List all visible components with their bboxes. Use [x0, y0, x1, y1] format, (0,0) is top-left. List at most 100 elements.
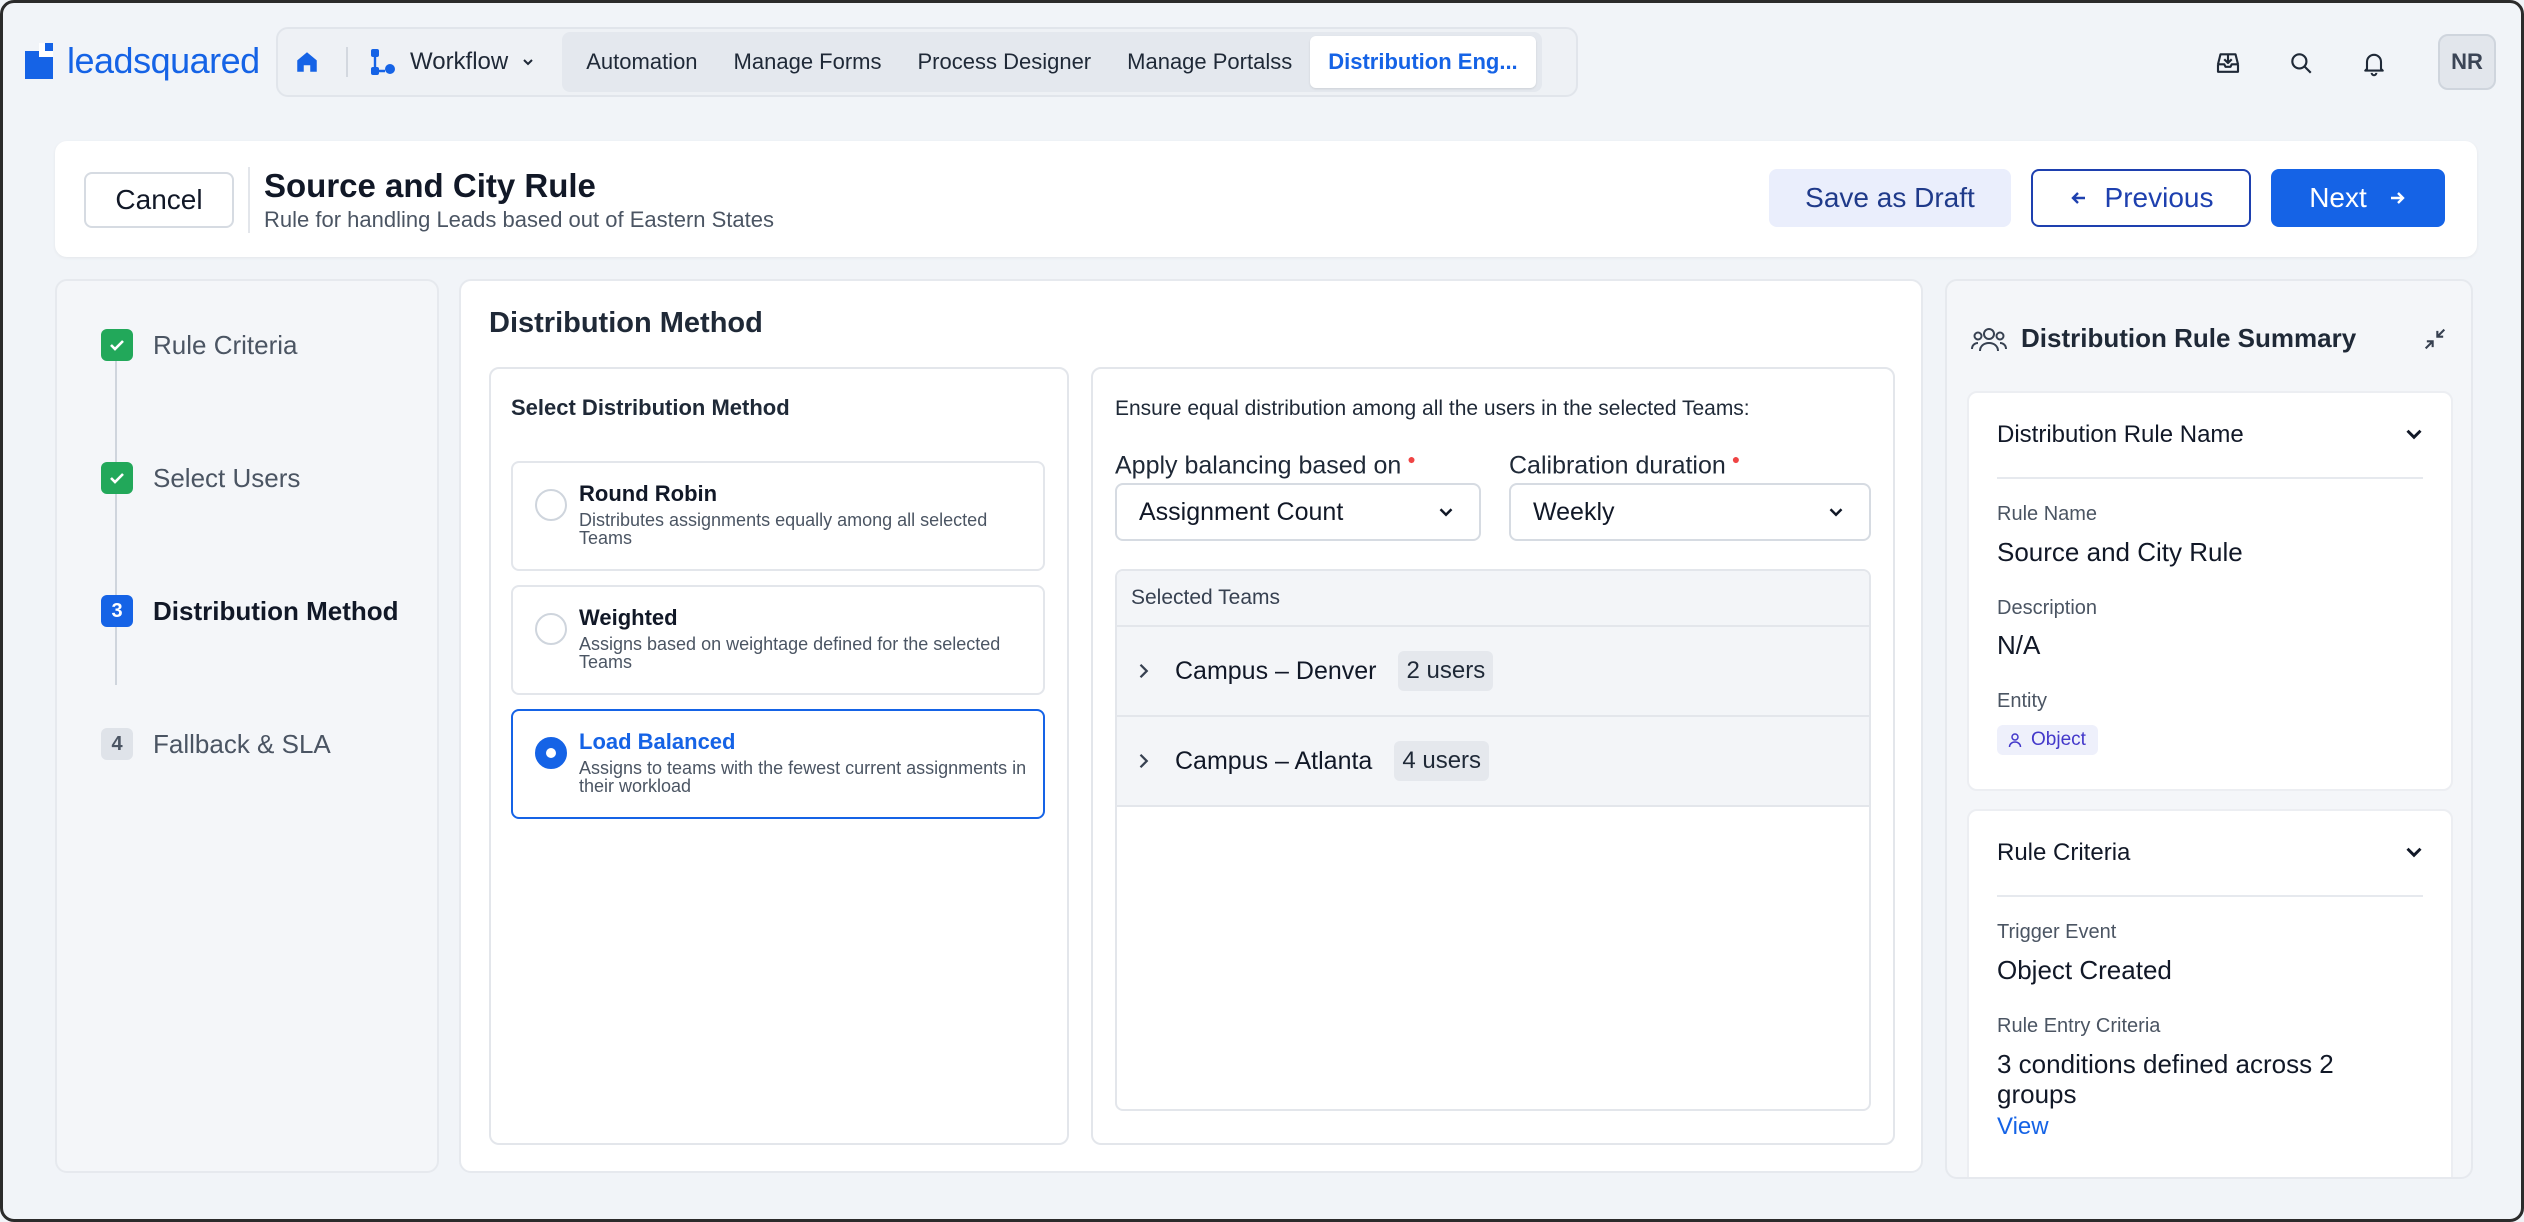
team-name: Campus – Denver [1175, 656, 1377, 685]
team-row-atlanta[interactable]: Campus – Atlanta 4 users [1117, 717, 1869, 807]
save-as-draft-button[interactable]: Save as Draft [1769, 169, 2011, 227]
step-number: 3 [101, 595, 133, 627]
bell-icon [2364, 53, 2384, 77]
workflow-icon [371, 49, 395, 75]
distribution-method-panel: Distribution Method Select Distribution … [459, 279, 1923, 1173]
calibration-label: Calibration duration ● [1509, 451, 1740, 480]
balancing-label: Apply balancing based on ● [1115, 451, 1416, 480]
step-fallback-sla[interactable]: 4 Fallback & SLA [101, 728, 331, 760]
summary-title: Distribution Rule Summary [2021, 323, 2357, 353]
view-criteria-link[interactable]: View [1997, 1113, 2049, 1141]
inbox-download-button[interactable] [2206, 41, 2250, 85]
collapse-icon[interactable] [2421, 325, 2449, 353]
card-divider [1997, 477, 2423, 479]
required-dot-icon: ● [1731, 451, 1741, 467]
balancing-label-text: Apply balancing based on [1115, 451, 1402, 480]
chevron-down-icon[interactable] [2401, 839, 2427, 865]
previous-button[interactable]: Previous [2031, 169, 2251, 227]
step-label: Rule Criteria [153, 329, 298, 360]
entity-label: Entity [1997, 690, 2048, 712]
balancing-select[interactable]: Assignment Count [1115, 483, 1481, 541]
user-avatar[interactable]: NR [2438, 34, 2496, 90]
logo-mark-icon [25, 43, 61, 79]
workflow-label: Workflow [410, 48, 509, 75]
nav-tab-manage-forms[interactable]: Manage Forms [716, 36, 900, 88]
option-description: Distributes assignments equally among al… [579, 510, 988, 548]
option-weighted[interactable]: Weighted Assigns based on weightage defi… [511, 585, 1045, 695]
page-title: Source and City Rule [264, 167, 596, 204]
step-select-users[interactable]: Select Users [101, 462, 300, 494]
card-heading: Distribution Rule Name [1997, 421, 2244, 448]
nav-tab-distribution-engine[interactable]: Distribution Eng... [1310, 36, 1536, 88]
chevron-right-icon[interactable] [1133, 751, 1153, 771]
next-label: Next [2309, 182, 2367, 213]
previous-label: Previous [2104, 182, 2214, 213]
option-description: Assigns based on weightage defined for t… [579, 634, 1001, 672]
rule-header: Cancel Source and City Rule Rule for han… [55, 141, 2477, 257]
option-load-balanced[interactable]: Load Balanced Assigns to teams with the … [511, 709, 1045, 819]
balancing-value: Assignment Count [1139, 497, 1344, 526]
description-value: N/A [1997, 630, 2041, 660]
step-label: Distribution Method [153, 595, 399, 626]
entry-criteria-label: Rule Entry Criteria [1997, 1015, 2161, 1037]
method-selector-title: Select Distribution Method [511, 395, 790, 420]
required-dot-icon: ● [1407, 451, 1416, 467]
workflow-dropdown[interactable]: Workflow [358, 34, 550, 90]
home-icon [297, 52, 317, 72]
notifications-button[interactable] [2352, 41, 2396, 85]
step-label: Select Users [153, 462, 301, 493]
arrow-right-icon [2390, 192, 2405, 204]
rule-summary-panel: Distribution Rule Summary Distribution R… [1945, 279, 2473, 1179]
trigger-event-value: Object Created [1997, 955, 2172, 985]
search-button[interactable] [2279, 41, 2323, 85]
nav-tabs: Automation Manage Forms Process Designer… [562, 32, 1542, 92]
leadsquared-logo[interactable]: leadsquared [25, 39, 260, 83]
team-name: Campus – Atlanta [1175, 746, 1373, 775]
selected-teams-header: Selected Teams [1117, 571, 1869, 627]
selected-teams-table: Selected Teams Campus – Denver 2 users C… [1115, 569, 1871, 1111]
settings-note: Ensure equal distribution among all the … [1115, 397, 1750, 420]
step-distribution-method[interactable]: 3 Distribution Method [101, 595, 399, 627]
home-button[interactable] [278, 33, 336, 91]
card-heading: Rule Criteria [1997, 839, 2131, 866]
method-selector: Select Distribution Method Round Robin D… [489, 367, 1069, 1145]
nav-divider [346, 47, 348, 77]
radio-button[interactable] [535, 613, 567, 645]
nav-tab-manage-portals[interactable]: Manage Portalss [1109, 36, 1310, 88]
check-icon [101, 329, 133, 361]
option-title: Load Balanced [579, 729, 736, 754]
arrow-left-icon [2070, 192, 2085, 204]
next-button[interactable]: Next [2271, 169, 2445, 227]
team-user-count: 4 users [1394, 741, 1490, 781]
step-number: 4 [101, 728, 133, 760]
calibration-select[interactable]: Weekly [1509, 483, 1871, 541]
logo-text: leadsquared [67, 40, 260, 81]
wizard-stepper: Rule Criteria Select Users 3 Distributio… [55, 279, 439, 1173]
top-navbar: Workflow Automation Manage Forms Process… [276, 27, 1578, 97]
radio-button[interactable] [535, 489, 567, 521]
chevron-right-icon[interactable] [1133, 661, 1153, 681]
nav-tab-automation[interactable]: Automation [568, 36, 715, 88]
nav-tab-process-designer[interactable]: Process Designer [900, 36, 1110, 88]
rule-criteria-card: Rule Criteria Trigger Event Object Creat… [1967, 809, 2453, 1177]
calibration-value: Weekly [1533, 497, 1615, 526]
radio-button-selected[interactable] [535, 737, 567, 769]
check-icon [101, 462, 133, 494]
users-group-icon [1971, 328, 2007, 352]
team-row-denver[interactable]: Campus – Denver 2 users [1117, 627, 1869, 717]
user-icon [2008, 733, 2022, 748]
calibration-label-text: Calibration duration [1509, 451, 1726, 480]
step-rule-criteria[interactable]: Rule Criteria [101, 329, 298, 361]
rule-name-card: Distribution Rule Name Rule Name Source … [1967, 391, 2453, 791]
load-balanced-settings: Ensure equal distribution among all the … [1091, 367, 1895, 1145]
option-description: Assigns to teams with the fewest current… [579, 758, 1027, 796]
chevron-down-icon [523, 59, 533, 66]
section-title: Distribution Method [489, 307, 763, 339]
chevron-down-icon[interactable] [2401, 421, 2427, 447]
cancel-button[interactable]: Cancel [84, 172, 234, 228]
rule-name-value: Source and City Rule [1997, 537, 2243, 567]
step-label: Fallback & SLA [153, 728, 331, 759]
description-label: Description [1997, 597, 2098, 619]
option-title: Weighted [579, 605, 678, 630]
option-round-robin[interactable]: Round Robin Distributes assignments equa… [511, 461, 1045, 571]
